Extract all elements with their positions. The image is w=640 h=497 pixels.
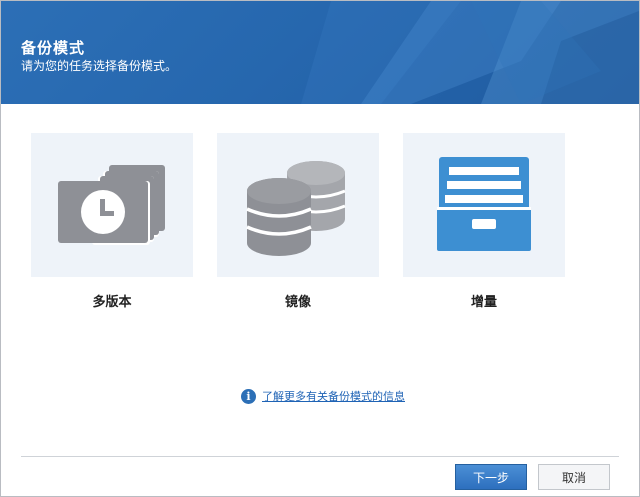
learn-more-link[interactable]: 了解更多有关备份模式的信息 — [262, 388, 405, 404]
mode-card-multi-version[interactable] — [31, 133, 193, 277]
file-drawer-icon — [437, 157, 531, 251]
mode-label-mirror[interactable]: 镜像 — [217, 291, 379, 310]
info-row: i 了解更多有关备份模式的信息 — [241, 388, 405, 404]
backup-mode-dialog: 备份模式 请为您的任务选择备份模式。 多版本 镜像 增量 i 了解更多有关备份模… — [0, 0, 640, 497]
multi-version-icon — [58, 165, 165, 245]
page-title: 备份模式 — [21, 39, 86, 57]
mode-label-incremental[interactable]: 增量 — [403, 291, 565, 310]
info-icon: i — [241, 388, 256, 404]
mode-label-multi-version[interactable]: 多版本 — [31, 291, 193, 310]
mode-card-mirror[interactable] — [217, 133, 379, 277]
page-subtitle: 请为您的任务选择备份模式。 — [21, 59, 178, 73]
database-mirror-icon — [246, 161, 346, 256]
banner-decoration — [301, 1, 639, 104]
footer-divider — [21, 456, 619, 457]
header-banner: 备份模式 请为您的任务选择备份模式。 — [1, 1, 639, 104]
next-button[interactable]: 下一步 — [455, 464, 527, 490]
cancel-button[interactable]: 取消 — [538, 464, 610, 490]
mode-card-incremental[interactable] — [403, 133, 565, 277]
